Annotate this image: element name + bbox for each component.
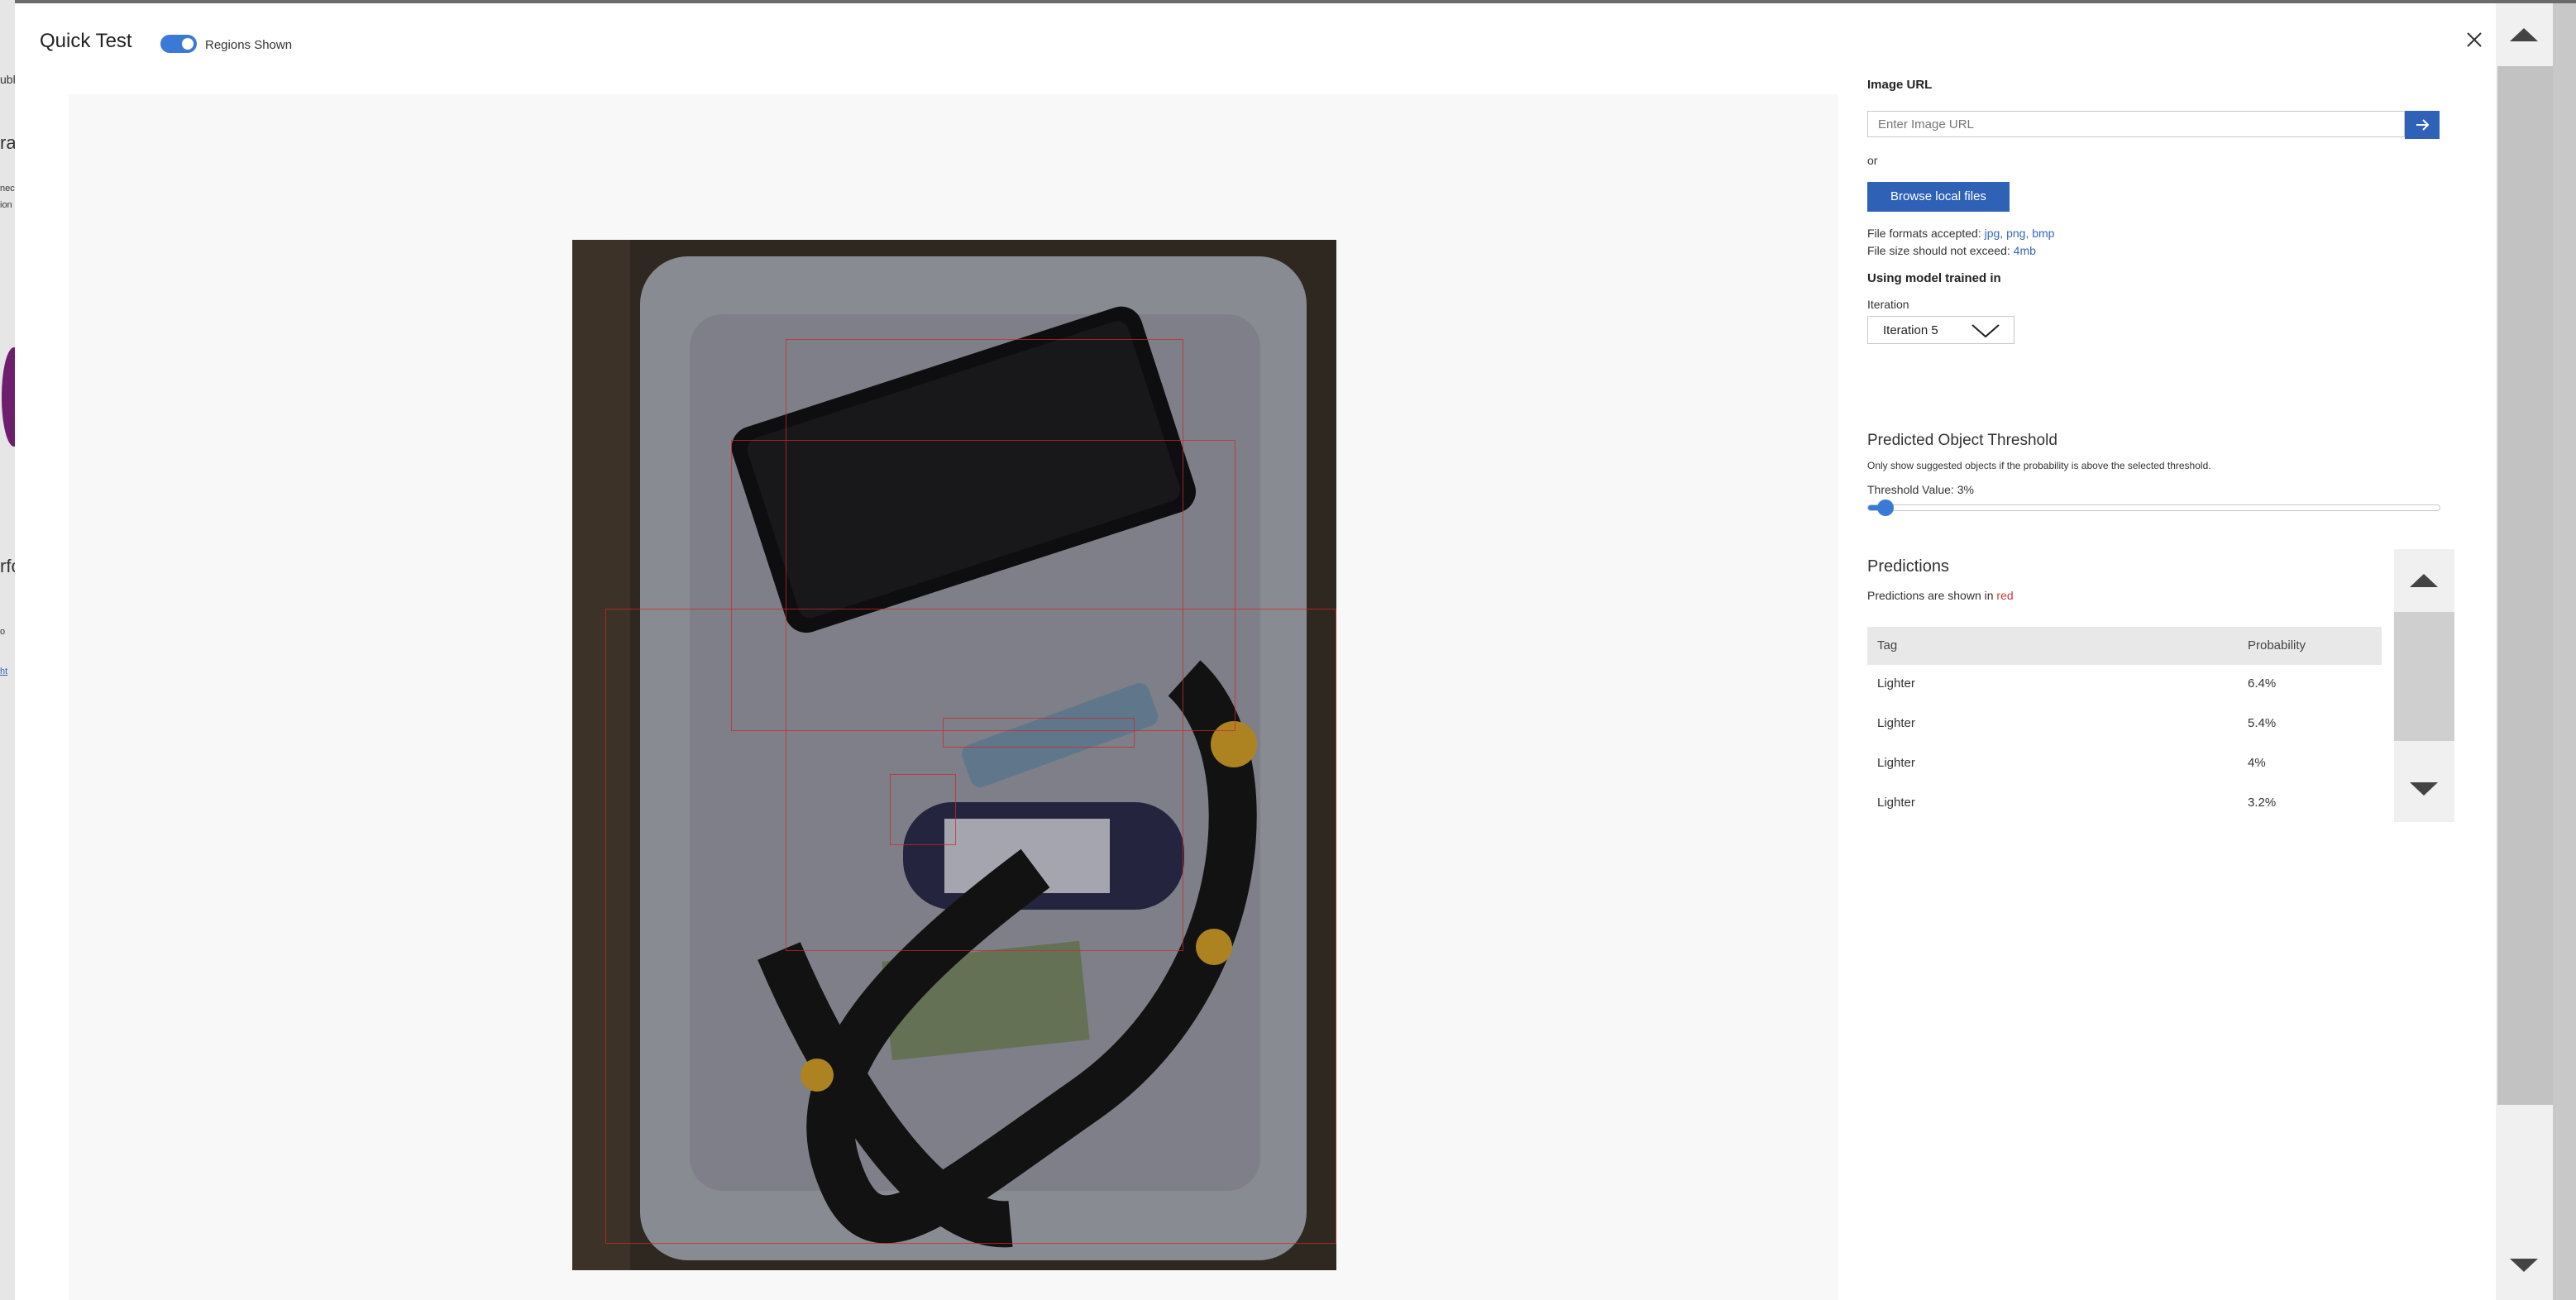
underlay-text: ra — [0, 132, 15, 153]
browse-local-files-button[interactable]: Browse local files — [1867, 182, 2010, 212]
threshold-title: Predicted Object Threshold — [1867, 432, 2057, 449]
scroll-down-icon[interactable] — [2510, 1259, 2538, 1272]
regions-shown-toggle[interactable] — [160, 35, 197, 53]
scroll-down-icon[interactable] — [2410, 782, 2438, 796]
submit-url-button[interactable] — [2405, 111, 2440, 139]
underlay-text: nec — [0, 184, 15, 194]
file-formats-value: jpg, png, bmp — [1984, 227, 2055, 240]
regions-shown-label: Regions Shown — [205, 38, 293, 52]
threshold-value-label: Threshold Value: 3% — [1867, 483, 1974, 496]
test-image — [572, 240, 1336, 1270]
toggle-knob — [182, 38, 194, 50]
row-probability: 3.2% — [2248, 796, 2277, 810]
prediction-region[interactable] — [943, 718, 1135, 748]
quick-test-dialog: Quick Test Regions Shown Image URL Enter… — [15, 3, 2496, 1300]
underlay-text: o — [0, 627, 6, 637]
column-header-tag: Tag — [1877, 638, 1898, 652]
image-url-input[interactable] — [1867, 111, 2405, 137]
prediction-region[interactable] — [605, 609, 1336, 1244]
scroll-up-icon[interactable] — [2510, 28, 2538, 41]
file-size-value: 4mb — [2013, 244, 2036, 257]
predictions-color-word: red — [1996, 589, 2014, 602]
background-page: ubl ra nec ion rfo o ht — [0, 0, 15, 1300]
table-row[interactable]: Lighter 6.4% — [1867, 665, 2382, 705]
threshold-slider-thumb[interactable] — [1876, 499, 1894, 516]
or-text: or — [1867, 154, 1878, 167]
row-tag: Lighter — [1877, 716, 1915, 730]
predictions-scrollbar[interactable] — [2394, 549, 2454, 822]
row-probability: 5.4% — [2248, 716, 2277, 730]
row-tag: Lighter — [1877, 676, 1915, 691]
scroll-up-icon[interactable] — [2410, 574, 2438, 587]
predictions-subtitle: Predictions are shown in red — [1867, 589, 2014, 602]
underlay-text: ubl — [0, 73, 15, 86]
dialog-scroll-thumb[interactable] — [2497, 66, 2553, 1105]
row-tag: Lighter — [1877, 796, 1915, 810]
prediction-region[interactable] — [890, 774, 956, 845]
predictions-title: Predictions — [1867, 557, 1949, 576]
row-probability: 4% — [2248, 756, 2266, 770]
iteration-selected-value: Iteration 5 — [1883, 323, 1938, 337]
predictions-subtitle-prefix: Predictions are shown in — [1867, 589, 1997, 602]
chevron-down-icon — [1971, 324, 2000, 338]
threshold-slider[interactable] — [1867, 499, 2440, 516]
file-size-prefix: File size should not exceed: — [1867, 244, 2014, 257]
table-row[interactable]: Lighter 3.2% — [1867, 784, 2382, 824]
column-header-probability: Probability — [2248, 638, 2306, 652]
predictions-table-header: Tag Probability — [1867, 627, 2382, 665]
dialog-scrollbar[interactable] — [2496, 3, 2553, 1300]
predictions-scroll-thumb[interactable] — [2394, 612, 2454, 741]
using-model-label: Using model trained in — [1867, 271, 2001, 285]
underlay-link: ht — [0, 667, 8, 676]
threshold-description: Only show suggested objects if the proba… — [1867, 460, 2211, 471]
table-row[interactable]: Lighter 5.4% — [1867, 705, 2382, 744]
row-tag: Lighter — [1877, 756, 1915, 770]
underlay-text: rfo — [0, 556, 15, 576]
file-formats-text: File formats accepted: jpg, png, bmp — [1867, 227, 2054, 240]
row-probability: 6.4% — [2248, 676, 2277, 691]
underlay-text: ion — [0, 200, 12, 210]
image-canvas — [69, 94, 1838, 1300]
image-url-label: Image URL — [1867, 78, 1933, 92]
file-formats-prefix: File formats accepted: — [1867, 227, 1985, 240]
table-row[interactable]: Lighter 4% — [1867, 744, 2382, 784]
iteration-label: Iteration — [1867, 298, 1909, 311]
file-size-text: File size should not exceed: 4mb — [1867, 244, 2036, 257]
dialog-title: Quick Test — [40, 30, 132, 52]
underlay-avatar — [2, 347, 15, 447]
iteration-select[interactable]: Iteration 5 — [1867, 316, 2014, 344]
settings-panel: Image URL or Browse local files File for… — [1867, 3, 2496, 1300]
arrow-right-icon — [2416, 119, 2430, 131]
